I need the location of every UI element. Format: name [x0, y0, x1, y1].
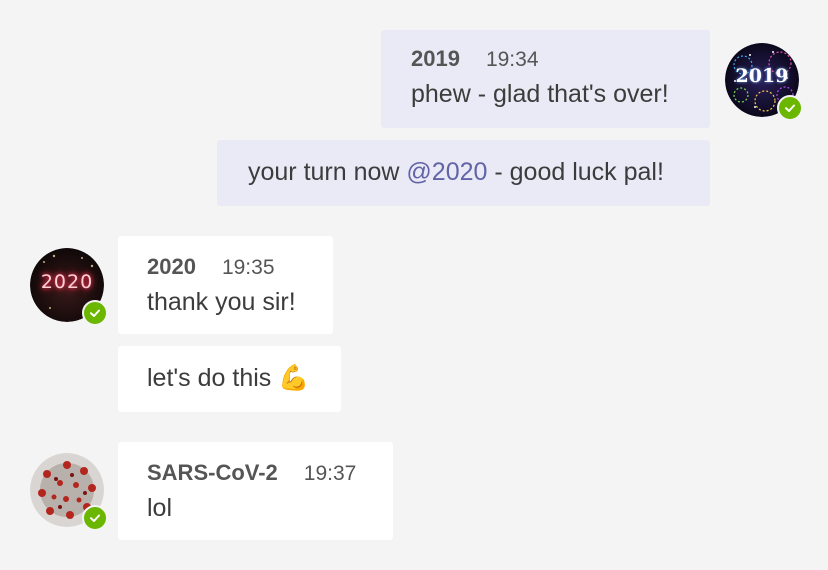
- avatar-sars-cov-2[interactable]: [30, 453, 108, 531]
- sender-name: 2020: [147, 254, 196, 279]
- avatar-2020[interactable]: 2020: [30, 248, 108, 326]
- timestamp: 19:34: [485, 48, 539, 71]
- message-text: lol: [147, 494, 173, 522]
- avatar-2019[interactable]: 2019: [725, 43, 803, 121]
- sender-name: SARS-CoV-2: [147, 460, 278, 485]
- mention-link[interactable]: @2020: [406, 158, 487, 186]
- message-text-part: - good luck pal!: [487, 158, 664, 186]
- chat-thread: 2019 19:34 phew - glad that's over! 2019…: [0, 0, 828, 570]
- message-header: 2019 19:34: [411, 46, 710, 72]
- presence-available-icon: [82, 300, 108, 326]
- presence-available-icon: [777, 95, 803, 121]
- timestamp: 19:37: [303, 462, 357, 485]
- flexed-biceps-emoji: 💪: [278, 364, 310, 392]
- message-bubble[interactable]: let's do this 💪: [118, 346, 341, 412]
- avatar-label: 2019: [735, 65, 789, 87]
- sender-name: 2019: [411, 46, 460, 71]
- avatar-label: 2020: [40, 271, 94, 293]
- message-text: your turn now @2020 - good luck pal!: [248, 158, 710, 187]
- message-bubble[interactable]: 2019 19:34 phew - glad that's over!: [381, 30, 710, 128]
- message-header: 2020 19:35: [147, 254, 333, 280]
- message-bubble[interactable]: your turn now @2020 - good luck pal!: [217, 140, 710, 206]
- presence-available-icon: [82, 505, 108, 531]
- message-text: phew - glad that's over!: [411, 80, 669, 108]
- message-text-part: let's do this: [147, 364, 272, 392]
- message-bubble[interactable]: 2020 19:35 thank you sir!: [118, 236, 333, 334]
- message-text: thank you sir!: [147, 288, 296, 316]
- message-text: let's do this 💪: [147, 364, 341, 393]
- message-header: SARS-CoV-2 19:37: [147, 460, 393, 486]
- message-text-part: your turn now: [248, 158, 407, 186]
- timestamp: 19:35: [221, 256, 275, 279]
- message-bubble[interactable]: SARS-CoV-2 19:37 lol: [118, 442, 393, 540]
